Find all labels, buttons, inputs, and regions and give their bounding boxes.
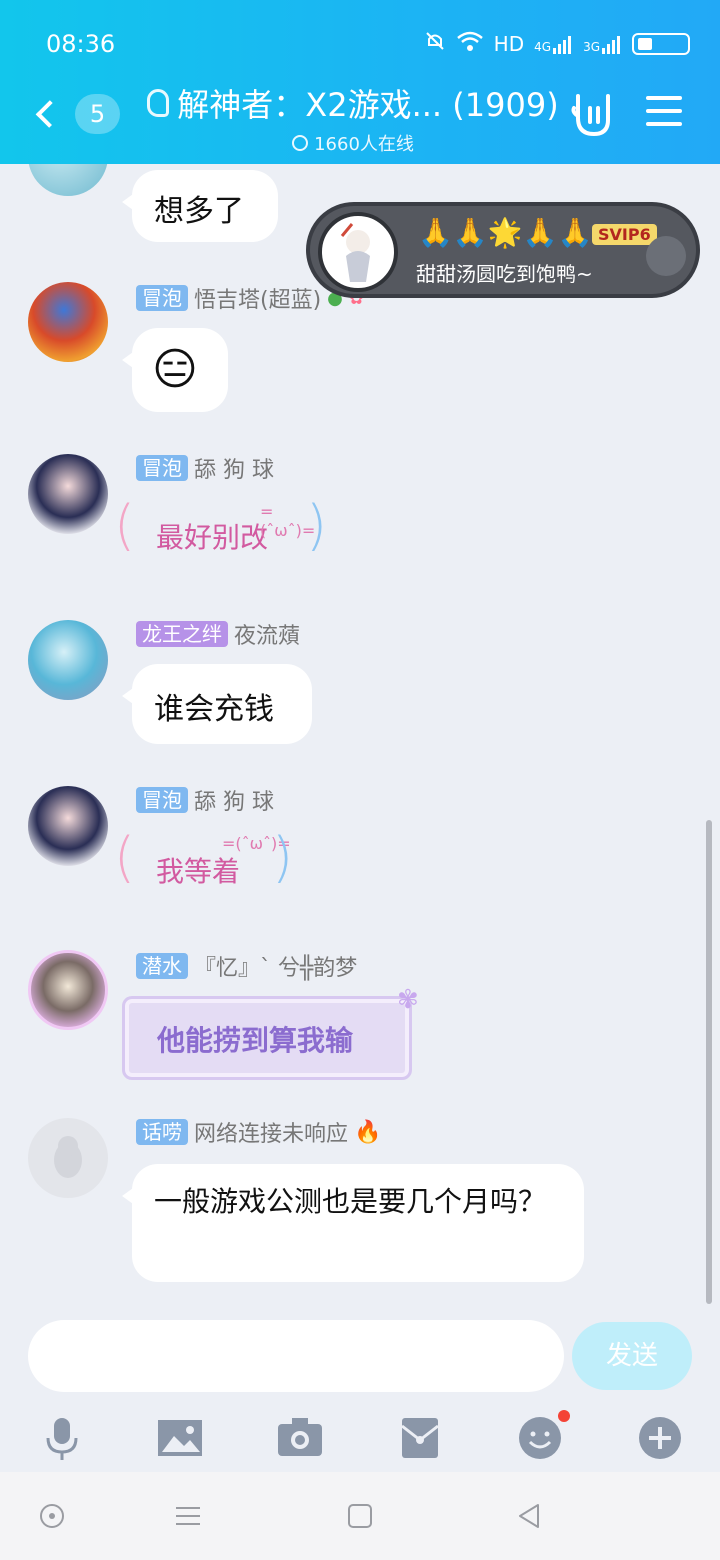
message-bubble[interactable]: 一般游戏公测也是要几个月吗？ xyxy=(122,1164,584,1282)
chat-list[interactable]: 想多了 冒泡 悟吉塔(超蓝) ● ✿ 😑 冒泡 舔 狗 球 ( 最好别改 =(ˆ… xyxy=(0,164,720,1304)
online-check-icon xyxy=(292,135,309,151)
bubble-left-paren: ( xyxy=(114,494,136,557)
sender-name[interactable]: 舔 狗 球 xyxy=(194,784,274,816)
member-badge: 冒泡 xyxy=(136,787,188,813)
member-badge: 冒泡 xyxy=(136,455,188,481)
bubble-right-paren: ) xyxy=(272,826,294,889)
send-button[interactable]: 发送 xyxy=(572,1322,692,1390)
mute-icon xyxy=(424,30,446,57)
message-text: 他能捞到算我输 xyxy=(157,1024,354,1057)
menu-icon[interactable] xyxy=(646,96,682,126)
message-text: 最好别改 xyxy=(156,521,269,554)
vip-avatar xyxy=(318,212,398,292)
vip-emoji-row: 🙏🙏🌟🙏🙏 xyxy=(418,216,593,249)
group-title: 解神者：X2游戏... (1909) xyxy=(177,86,559,124)
sender-name[interactable]: 『忆』ˋ 兮╬韵梦 xyxy=(194,950,357,982)
member-badge: 龙王之绊 xyxy=(136,621,228,647)
message-bubble[interactable]: 想多了 xyxy=(122,170,278,242)
vip-entrance-card[interactable]: 🙏🙏🌟🙏🙏 SVIP6 甜甜汤圆吃到饱鸭~ xyxy=(306,202,700,298)
avatar[interactable] xyxy=(28,620,108,700)
unread-count-badge: 5 xyxy=(75,94,120,134)
avatar[interactable] xyxy=(28,1118,108,1198)
sender-row: 冒泡 舔 狗 球 xyxy=(136,784,274,816)
sender-row: 话唠 网络连接未响应 🔥 xyxy=(136,1116,381,1148)
rock-hand-icon[interactable] xyxy=(570,92,616,138)
vip-entrance-text: 甜甜汤圆吃到饱鸭~ xyxy=(416,262,593,286)
system-nav-bar xyxy=(0,1472,720,1560)
message-bubble[interactable]: 😑 xyxy=(122,328,228,412)
online-count-row: 1660人在线 xyxy=(138,130,568,156)
online-count: 1660人在线 xyxy=(314,134,414,155)
sender-name[interactable]: 悟吉塔(超蓝) xyxy=(194,282,321,314)
microphone-icon[interactable] xyxy=(38,1414,86,1462)
wifi-icon xyxy=(456,30,484,57)
status-bar: 08:36 HD 4G 3G xyxy=(0,0,720,88)
sender-name[interactable]: 夜流薠 xyxy=(234,618,300,650)
chat-scrollbar[interactable] xyxy=(706,820,712,1304)
avatar[interactable] xyxy=(28,282,108,362)
notification-dot xyxy=(558,1410,570,1422)
assistant-icon[interactable] xyxy=(36,1500,68,1532)
member-badge: 冒泡 xyxy=(136,285,188,311)
message-text: 我等着 xyxy=(156,855,241,888)
ear-icon xyxy=(147,89,170,117)
battery-icon xyxy=(632,32,690,55)
decorated-message[interactable]: ( 最好别改 =(ˆωˆ)= ) xyxy=(114,494,327,566)
signal-3g-icon: 3G xyxy=(583,34,622,54)
decorated-message[interactable]: ( 我等着 =(ˆωˆ)= ) xyxy=(114,826,294,898)
bubble-left-paren: ( xyxy=(114,826,136,889)
plus-icon[interactable] xyxy=(636,1414,684,1462)
sender-row: 冒泡 舔 狗 球 xyxy=(136,452,274,484)
sender-name[interactable]: 网络连接未响应 xyxy=(194,1116,348,1148)
sender-row: 龙王之绊 夜流薠 xyxy=(136,618,300,650)
butterfly-icon: ✾ xyxy=(397,985,419,1015)
avatar[interactable] xyxy=(28,950,108,1030)
bubble-right-paren: ) xyxy=(306,494,328,557)
decorated-message[interactable]: 他能捞到算我输 ✾ xyxy=(122,985,419,1080)
fire-icon: 🔥 xyxy=(354,1119,382,1145)
camera-icon[interactable] xyxy=(276,1414,324,1462)
signal-4g-icon: 4G xyxy=(534,34,573,54)
menu-nav-icon[interactable] xyxy=(172,1500,204,1532)
sender-name[interactable]: 舔 狗 球 xyxy=(194,452,274,484)
image-icon[interactable] xyxy=(156,1414,204,1462)
input-area: 发送 xyxy=(0,1304,720,1472)
status-time: 08:36 xyxy=(46,30,116,58)
avatar[interactable] xyxy=(28,164,108,196)
avatar[interactable] xyxy=(28,786,108,866)
group-title-area[interactable]: 解神者：X2游戏... (1909) 1660人在线 xyxy=(138,80,568,156)
emoji-sticker: 😑 xyxy=(152,344,198,395)
emoji-icon[interactable] xyxy=(516,1410,570,1462)
input-toolbar xyxy=(0,1408,720,1468)
default-penguin-icon xyxy=(54,1136,82,1178)
message-text: 谁会充钱 xyxy=(154,692,274,727)
duck-icon xyxy=(646,236,686,276)
nav-bar: 5 解神者：X2游戏... (1909) 1660人在线 xyxy=(0,80,720,164)
back-nav-icon[interactable] xyxy=(514,1500,546,1532)
message-input[interactable] xyxy=(28,1320,564,1392)
sender-row: 潜水 『忆』ˋ 兮╬韵梦 xyxy=(136,950,357,982)
home-icon[interactable] xyxy=(344,1500,376,1532)
chat-header: 08:36 HD 4G 3G 5 解神者：X2游戏... (1909) 1660… xyxy=(0,0,720,164)
red-packet-icon[interactable] xyxy=(396,1414,444,1462)
hd-label: HD xyxy=(493,31,525,56)
message-bubble[interactable]: 谁会充钱 xyxy=(122,664,312,744)
svip-badge: SVIP6 xyxy=(592,224,657,245)
member-badge: 话唠 xyxy=(136,1119,188,1145)
back-chevron-icon xyxy=(35,100,64,128)
status-icons: HD 4G 3G xyxy=(424,30,690,57)
message-text: 一般游戏公测也是要几个月吗？ xyxy=(154,1185,547,1218)
member-badge: 潜水 xyxy=(136,953,188,979)
back-button[interactable]: 5 xyxy=(30,92,120,136)
avatar[interactable] xyxy=(28,454,108,534)
